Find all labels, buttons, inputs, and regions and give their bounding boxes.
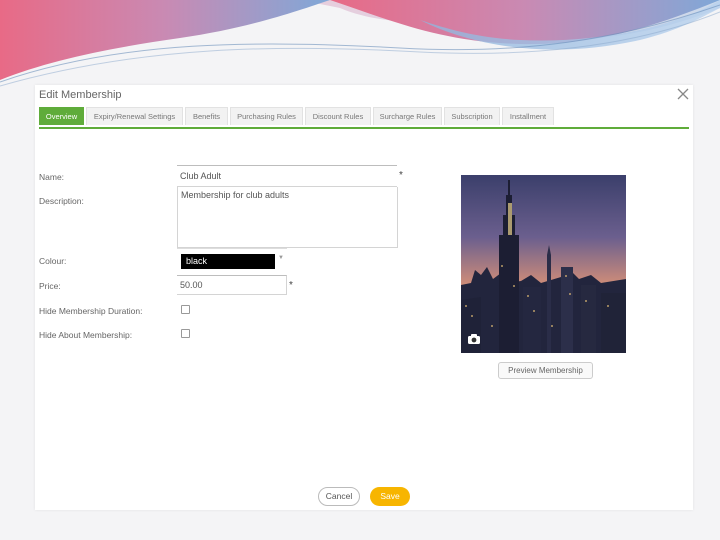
cancel-button[interactable]: Cancel xyxy=(318,487,360,506)
tab-discount-rules[interactable]: Discount Rules xyxy=(305,107,371,125)
tab-subscription[interactable]: Subscription xyxy=(444,107,500,125)
camera-icon[interactable] xyxy=(467,333,481,345)
save-button[interactable]: Save xyxy=(370,487,410,506)
hide-about-label: Hide About Membership: xyxy=(39,330,133,340)
tab-expiry-renewal-settings[interactable]: Expiry/Renewal Settings xyxy=(86,107,183,125)
price-field[interactable] xyxy=(177,275,287,295)
hide-duration-checkbox[interactable] xyxy=(181,305,190,314)
name-field[interactable] xyxy=(177,165,397,187)
description-label: Description: xyxy=(39,196,84,206)
header-decoration xyxy=(0,0,720,87)
hide-about-checkbox[interactable] xyxy=(181,329,190,338)
preview-membership-button[interactable]: Preview Membership xyxy=(498,362,593,379)
tab-overview[interactable]: Overview xyxy=(39,107,84,125)
price-label: Price: xyxy=(39,281,61,291)
description-field[interactable]: Membership for club adults xyxy=(177,187,398,248)
tab-purchasing-rules[interactable]: Purchasing Rules xyxy=(230,107,303,125)
tab-surcharge-rules[interactable]: Surcharge Rules xyxy=(373,107,442,125)
name-required-mark: * xyxy=(399,170,403,181)
name-label: Name: xyxy=(39,172,65,182)
chevron-down-icon[interactable]: ▼ xyxy=(278,255,284,261)
close-icon[interactable] xyxy=(676,87,690,101)
tab-benefits[interactable]: Benefits xyxy=(185,107,228,125)
membership-image xyxy=(461,175,626,353)
modal-title: Edit Membership xyxy=(39,89,122,101)
tab-installment[interactable]: Installment xyxy=(502,107,554,125)
edit-membership-modal: Edit Membership Overview Expiry/Renewal … xyxy=(35,85,693,510)
tab-bar: Overview Expiry/Renewal Settings Benefit… xyxy=(39,107,689,129)
colour-field-border xyxy=(177,248,287,249)
hide-duration-label: Hide Membership Duration: xyxy=(39,306,143,316)
colour-select[interactable]: black xyxy=(181,254,275,269)
colour-label: Colour: xyxy=(39,256,67,266)
price-required-mark: * xyxy=(289,280,293,291)
